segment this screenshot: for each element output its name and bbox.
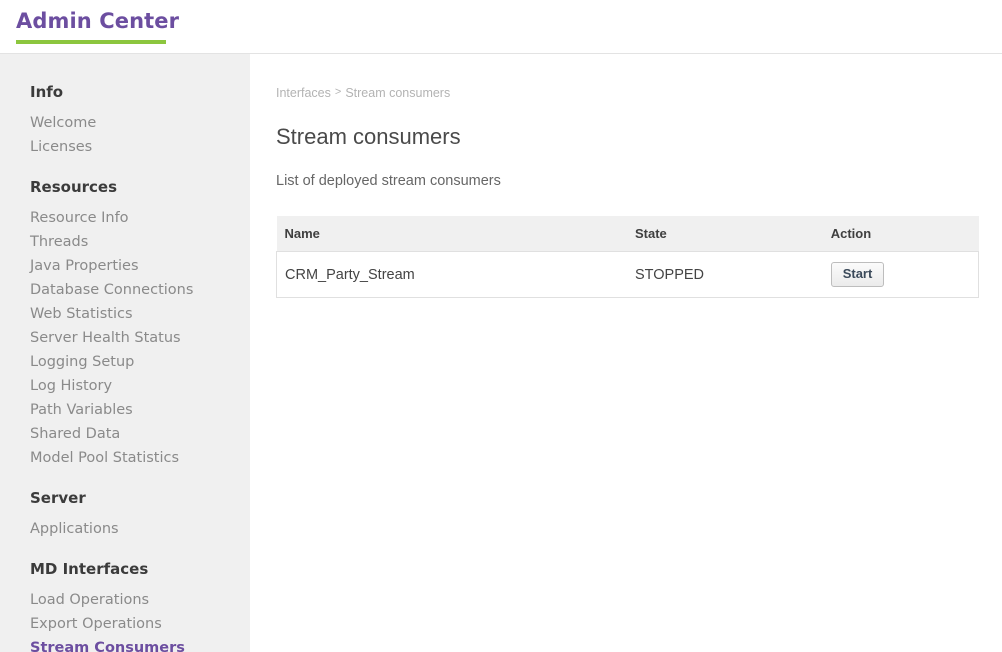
page-title: Stream consumers	[276, 123, 978, 151]
app-title-underline	[16, 40, 166, 44]
sidebar-item-java-properties[interactable]: Java Properties	[0, 254, 250, 278]
sidebar-item-server-health-status[interactable]: Server Health Status	[0, 326, 250, 350]
sidebar-heading-md-interfaces: MD Interfaces	[0, 559, 250, 579]
breadcrumb-item-stream-consumers[interactable]: Stream consumers	[345, 86, 450, 100]
cell-consumer-action: Start	[823, 252, 979, 298]
breadcrumb: Interfaces>Stream consumers	[276, 84, 978, 101]
column-header-action: Action	[823, 216, 979, 252]
sidebar-item-load-operations[interactable]: Load Operations	[0, 588, 250, 612]
breadcrumb-separator: >	[331, 84, 345, 100]
sidebar-item-shared-data[interactable]: Shared Data	[0, 422, 250, 446]
sidebar-item-database-connections[interactable]: Database Connections	[0, 278, 250, 302]
sidebar-item-welcome[interactable]: Welcome	[0, 111, 250, 135]
cell-consumer-state: STOPPED	[627, 252, 823, 298]
table-row: CRM_Party_StreamSTOPPED Start	[277, 252, 979, 298]
sidebar-item-export-operations[interactable]: Export Operations	[0, 612, 250, 636]
column-header-state: State	[627, 216, 823, 252]
start-button[interactable]: Start	[831, 262, 885, 287]
page-body: Info WelcomeLicenses Resources Resource Inf…	[0, 54, 1002, 652]
table-body: CRM_Party_StreamSTOPPED Start	[277, 252, 979, 298]
main-content: Interfaces>Stream consumers Stream consu…	[250, 54, 1002, 652]
sidebar-item-logging-setup[interactable]: Logging Setup	[0, 350, 250, 374]
sidebar-group: MD Interfaces Load OperationsExport Opera…	[0, 559, 250, 652]
sidebar-heading-info: Info	[0, 82, 250, 102]
sidebar-item-web-statistics[interactable]: Web Statistics	[0, 302, 250, 326]
sidebar-heading-resources: Resources	[0, 177, 250, 197]
sidebar-item-model-pool-statistics[interactable]: Model Pool Statistics	[0, 446, 250, 470]
table-header: Name State Action	[277, 216, 979, 252]
table-header-row: Name State Action	[277, 216, 979, 252]
sidebar-group: Resources Resource InfoThreadsJava Proper…	[0, 177, 250, 470]
column-header-name: Name	[277, 216, 627, 252]
sidebar: Info WelcomeLicenses Resources Resource Inf…	[0, 54, 250, 652]
sidebar-group: Info WelcomeLicenses	[0, 82, 250, 159]
sidebar-item-licenses[interactable]: Licenses	[0, 135, 250, 159]
sidebar-item-path-variables[interactable]: Path Variables	[0, 398, 250, 422]
app-header: Admin Center	[0, 0, 1002, 54]
sidebar-heading-server: Server	[0, 488, 250, 508]
sidebar-item-stream-consumers[interactable]: Stream Consumers	[0, 636, 250, 652]
stream-consumers-table: Name State Action CRM_Party_StreamSTOPPE…	[276, 216, 979, 298]
sidebar-item-resource-info[interactable]: Resource Info	[0, 206, 250, 230]
breadcrumb-item-interfaces[interactable]: Interfaces	[276, 86, 331, 100]
page-subtitle: List of deployed stream consumers	[276, 171, 978, 191]
cell-consumer-name: CRM_Party_Stream	[277, 252, 627, 298]
app-title: Admin Center	[16, 9, 179, 33]
sidebar-item-threads[interactable]: Threads	[0, 230, 250, 254]
sidebar-item-log-history[interactable]: Log History	[0, 374, 250, 398]
sidebar-group: Server Applications	[0, 488, 250, 541]
sidebar-item-applications[interactable]: Applications	[0, 517, 250, 541]
